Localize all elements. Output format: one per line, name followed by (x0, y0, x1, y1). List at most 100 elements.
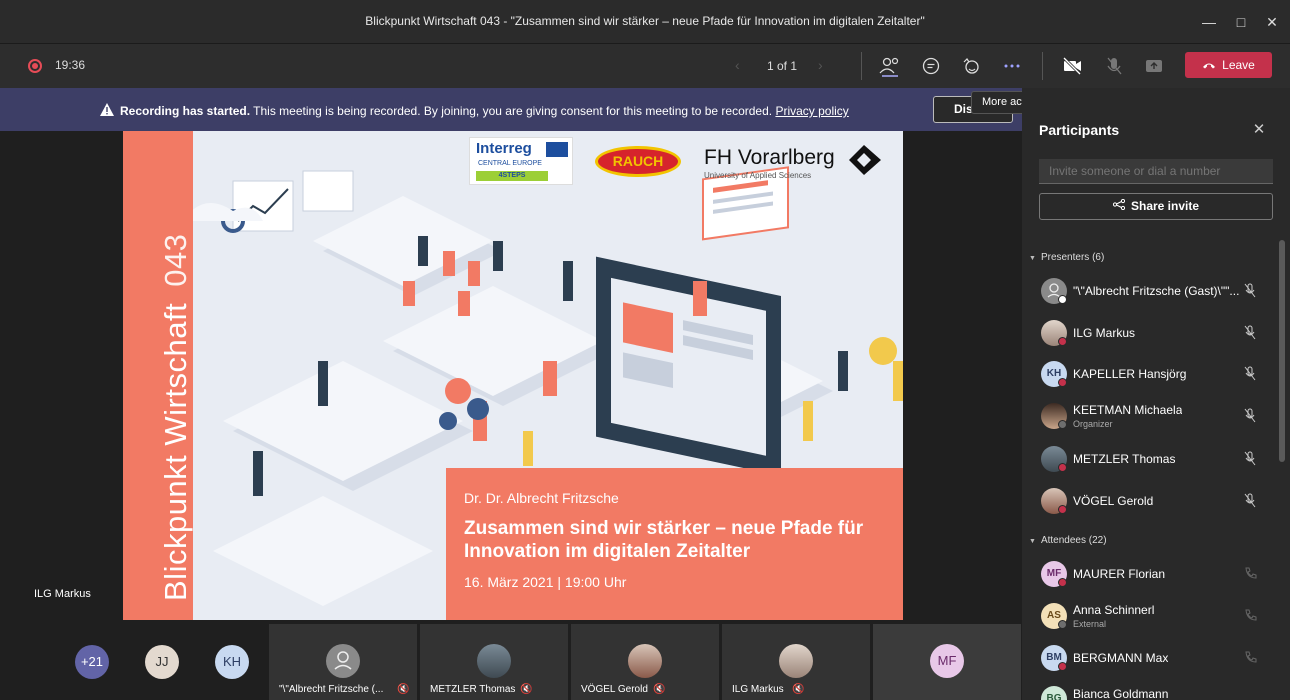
attendees-header-label: Attendees (22) (1040, 535, 1107, 546)
tile-label: METZLER Thomas (430, 684, 516, 695)
interreg-logo-sub: CENTRAL EUROPE (478, 160, 542, 167)
recording-message: Recording has started. This meeting is b… (120, 104, 849, 118)
avatar-mf: MF (930, 644, 964, 678)
participant-name: MAURER Florian (1073, 567, 1166, 581)
mic-off-icon: 🔇 (653, 684, 666, 695)
panel-scrollbar[interactable] (1279, 240, 1285, 462)
slide-headline: Zusammen sind wir stärker – neue Pfade f… (464, 518, 864, 562)
video-tile[interactable]: ILG Markus 🔇 (722, 624, 870, 700)
participant-row[interactable]: ILG Markus (1039, 317, 1269, 349)
pager-prev-icon[interactable]: ‹ (735, 57, 740, 73)
presenters-header-label: Presenters (6) (1040, 252, 1105, 263)
status-badge (1058, 463, 1067, 472)
share-invite-button[interactable]: Share invite (1039, 193, 1273, 220)
slide-presenter: Dr. Dr. Albrecht Fritzsche (464, 490, 619, 506)
toolbar-divider (1042, 52, 1043, 80)
mic-off-icon[interactable] (1100, 54, 1128, 78)
participants-icon[interactable] (876, 54, 904, 78)
share-icon (1112, 194, 1126, 219)
overflow-count[interactable]: +21 (75, 645, 109, 679)
status-badge (1058, 578, 1067, 587)
rauch-logo: RAUCH (595, 146, 681, 177)
participant-row[interactable]: KEETMAN Michaela Organizer (1039, 400, 1269, 432)
window-title: Blickpunkt Wirtschaft 043 - "Zusammen si… (365, 14, 925, 28)
recording-banner: Recording has started. This meeting is b… (0, 88, 1022, 131)
slide-caption: Dr. Dr. Albrecht Fritzsche Zusammen sind… (446, 468, 903, 620)
share-screen-icon[interactable] (1140, 54, 1168, 78)
participant-row[interactable]: VÖGEL Gerold (1039, 485, 1269, 517)
tile-label: ILG Markus (732, 684, 784, 695)
attendees-header[interactable]: ▼ Attendees (22) (1029, 535, 1107, 546)
chevron-down-icon: ▼ (1029, 255, 1036, 262)
participant-row[interactable]: BG Bianca Goldmann (1039, 680, 1269, 700)
shared-slide: Blickpunkt Wirtschaft 043 Interreg CENTRA… (123, 131, 903, 620)
panel-title: Participants (1039, 122, 1120, 138)
participant-row[interactable]: "\"Albrecht Fritzsche (Gast)\""... (1039, 275, 1269, 307)
participant-name: KAPELLER Hansjörg (1073, 367, 1187, 381)
maximize-icon[interactable]: □ (1228, 10, 1254, 34)
leave-label: Leave (1222, 58, 1255, 72)
video-tile[interactable]: "\"Albrecht Fritzsche (... 🔇 (269, 624, 417, 700)
participant-name: METZLER Thomas (1073, 452, 1176, 466)
tile-label: "\"Albrecht Fritzsche (... (279, 684, 384, 695)
title-bar: Blickpunkt Wirtschaft 043 - "Zusammen si… (0, 0, 1290, 44)
participant-name: Bianca Goldmann (1073, 687, 1169, 700)
phone-icon (1245, 651, 1257, 663)
participant-name: Anna Schinnerl (1073, 603, 1155, 617)
camera-off-icon[interactable] (1058, 54, 1086, 78)
reactions-icon[interactable] (957, 54, 985, 78)
mic-off-icon (1244, 283, 1256, 298)
participant-row[interactable]: BM BERGMANN Max (1039, 642, 1269, 674)
interreg-logo-text: Interreg (476, 140, 532, 157)
avatar-jj[interactable]: JJ (145, 645, 179, 679)
mic-off-icon: 🔇 (792, 684, 805, 695)
interreg-logo: Interreg CENTRAL EUROPE 4STEPS (469, 137, 573, 185)
status-badge (1058, 337, 1067, 346)
participant-row[interactable]: KH KAPELLER Hansjörg (1039, 358, 1269, 390)
close-icon[interactable]: ✕ (1251, 122, 1267, 138)
mic-off-icon (1244, 451, 1256, 466)
chat-icon[interactable] (917, 54, 945, 78)
presenters-header[interactable]: ▼ Presenters (6) (1029, 252, 1104, 263)
interreg-logo-tag: 4STEPS (476, 171, 548, 181)
privacy-policy-link[interactable]: Privacy policy (775, 104, 848, 118)
avatar (779, 644, 813, 678)
fh-logo-text: FH Vorarlberg (704, 146, 835, 169)
mic-off-icon: 🔇 (520, 684, 533, 695)
video-tile[interactable]: VÖGEL Gerold 🔇 (571, 624, 719, 700)
participant-name: VÖGEL Gerold (1073, 494, 1154, 508)
slide-vertical-title: Blickpunkt Wirtschaft 043 (158, 131, 194, 601)
participant-name: KEETMAN Michaela (1073, 403, 1183, 417)
video-tile[interactable]: MF (873, 624, 1021, 700)
close-icon[interactable]: ✕ (1259, 10, 1285, 34)
leave-button[interactable]: Leave (1185, 52, 1272, 78)
avatar-kh[interactable]: KH (215, 645, 249, 679)
status-badge (1058, 295, 1067, 304)
participant-row[interactable]: MF MAURER Florian (1039, 558, 1269, 590)
participant-name: "\"Albrecht Fritzsche (Gast)\""... (1073, 284, 1240, 298)
meeting-toolbar (0, 44, 1290, 88)
recording-text: This meeting is being recorded. By joini… (250, 104, 776, 118)
speaker-name-tag: ILG Markus (34, 588, 91, 600)
status-badge (1058, 620, 1067, 629)
eu-flag-icon (546, 142, 568, 157)
share-invite-label: Share invite (1130, 199, 1200, 213)
slide-date: 16. März 2021 | 19:00 Uhr (464, 574, 627, 590)
mic-off-icon (1244, 366, 1256, 381)
warning-icon (100, 103, 114, 121)
status-badge (1058, 662, 1067, 671)
mic-off-icon: 🔇 (397, 684, 410, 695)
invite-input[interactable] (1039, 159, 1273, 184)
participant-role: Organizer (1073, 419, 1113, 429)
fh-logo-mark-icon (849, 145, 881, 175)
avatar (628, 644, 662, 678)
more-actions-icon[interactable] (998, 54, 1026, 78)
video-tile[interactable]: METZLER Thomas 🔇 (420, 624, 568, 700)
participant-row[interactable]: METZLER Thomas (1039, 443, 1269, 475)
pager-next-icon[interactable]: › (818, 57, 823, 73)
mic-off-icon (1244, 493, 1256, 508)
minimize-icon[interactable]: — (1196, 10, 1222, 34)
participant-row[interactable]: AS Anna Schinnerl External (1039, 600, 1269, 632)
phone-icon (1245, 567, 1257, 579)
status-badge (1058, 378, 1067, 387)
